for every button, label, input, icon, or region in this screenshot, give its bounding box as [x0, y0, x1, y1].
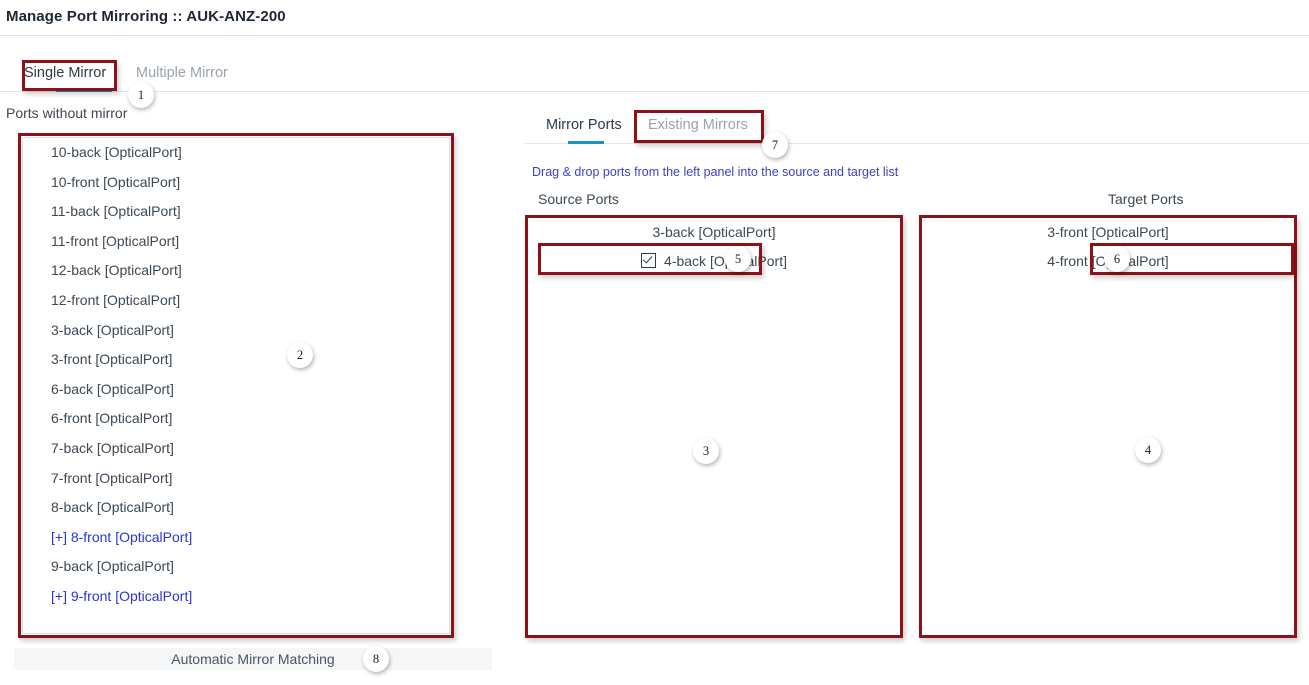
- port-list-item[interactable]: 6-back [OpticalPort]: [23, 375, 449, 405]
- port-list-item[interactable]: 7-front [OpticalPort]: [23, 464, 449, 494]
- ports-without-mirror-list[interactable]: 10-back [OpticalPort] 10-front [OpticalPo…: [22, 137, 450, 634]
- target-port-item-label: 3-front [OpticalPort]: [1047, 224, 1169, 240]
- tab-mirror-ports-active-underline: [568, 141, 604, 144]
- port-list-item-label: 12-back [OpticalPort]: [51, 262, 182, 279]
- port-list-item[interactable]: 11-front [OpticalPort]: [23, 227, 449, 257]
- port-list-item[interactable]: [+] 9-front [OpticalPort]: [23, 582, 449, 612]
- port-list-item[interactable]: 9-back [OpticalPort]: [23, 552, 449, 582]
- automatic-mirror-matching-button[interactable]: Automatic Mirror Matching: [14, 648, 492, 670]
- port-list-item-label: 10-front [OpticalPort]: [51, 173, 181, 190]
- source-port-item-label: 3-back [OpticalPort]: [652, 224, 776, 240]
- port-list-item[interactable]: 3-back [OpticalPort]: [23, 316, 449, 346]
- port-list-item[interactable]: 8-back [OpticalPort]: [23, 493, 449, 523]
- source-ports-droplist[interactable]: 3-back [OpticalPort] 4-back [OpticalPort]: [527, 217, 901, 636]
- port-list-item-label: 3-back [OpticalPort]: [51, 321, 174, 338]
- source-port-item-label: 4-back [OpticalPort]: [664, 253, 787, 269]
- page-title: Manage Port Mirroring :: AUK-ANZ-200: [6, 8, 286, 25]
- tab-single-mirror[interactable]: Single Mirror: [24, 58, 106, 88]
- target-port-item[interactable]: 4-front [OpticalPort]: [922, 247, 1294, 276]
- port-list-item-label: 8-back [OpticalPort]: [51, 499, 174, 516]
- ports-without-mirror-label: Ports without mirror: [6, 105, 128, 121]
- header-divider: [0, 35, 1309, 36]
- checkbox-checked-icon[interactable]: [641, 253, 657, 268]
- port-list-item[interactable]: 6-front [OpticalPort]: [23, 404, 449, 434]
- sub-tab-rule: [525, 143, 1309, 144]
- target-ports-label: Target Ports: [1108, 191, 1184, 207]
- tab-multiple-mirror[interactable]: Multiple Mirror: [136, 58, 228, 88]
- top-tab-rule: [0, 91, 1309, 92]
- port-list-item-label: 11-front [OpticalPort]: [51, 232, 180, 249]
- port-list-item-label: 10-back [OpticalPort]: [51, 144, 182, 160]
- target-port-item[interactable]: 3-front [OpticalPort]: [922, 218, 1294, 247]
- tab-single-mirror-active-underline: [56, 89, 112, 92]
- port-list-item-label: 11-back [OpticalPort]: [51, 203, 181, 220]
- port-list-item[interactable]: [+] 8-front [OpticalPort]: [23, 523, 449, 553]
- port-list-item-label: 6-front [OpticalPort]: [51, 410, 173, 427]
- target-port-item-label: 4-front [OpticalPort]: [1047, 253, 1169, 269]
- top-tab-bar: Single Mirror Multiple Mirror: [0, 58, 1309, 92]
- port-list-item[interactable]: 10-front [OpticalPort]: [23, 168, 449, 198]
- source-ports-label: Source Ports: [538, 191, 619, 207]
- drag-drop-hint: Drag & drop ports from the left panel in…: [532, 165, 899, 179]
- annotation-marker-7: 7: [762, 132, 788, 158]
- port-list-item-label: [+] 8-front [OpticalPort]: [51, 528, 193, 545]
- port-list-item[interactable]: 3-front [OpticalPort]: [23, 345, 449, 375]
- port-list-item[interactable]: 12-front [OpticalPort]: [23, 286, 449, 316]
- port-list-item-label: 7-back [OpticalPort]: [51, 439, 174, 456]
- port-list-item-label: 3-front [OpticalPort]: [51, 351, 173, 368]
- port-list-item-label: 12-front [OpticalPort]: [51, 291, 181, 308]
- port-list-item-label: 9-back [OpticalPort]: [51, 558, 174, 575]
- port-list-item-label: 6-back [OpticalPort]: [51, 380, 174, 397]
- port-list-item-label: 7-front [OpticalPort]: [51, 469, 173, 486]
- tab-existing-mirrors[interactable]: Existing Mirrors: [648, 110, 748, 140]
- source-port-item[interactable]: 3-back [OpticalPort]: [528, 218, 900, 247]
- target-ports-droplist[interactable]: 3-front [OpticalPort] 4-front [OpticalPor…: [921, 217, 1295, 636]
- source-port-item[interactable]: 4-back [OpticalPort]: [528, 247, 900, 276]
- port-list-item[interactable]: 12-back [OpticalPort]: [23, 256, 449, 286]
- port-list-item[interactable]: 11-back [OpticalPort]: [23, 197, 449, 227]
- port-list-item-label: [+] 9-front [OpticalPort]: [51, 587, 193, 604]
- port-list-item[interactable]: 7-back [OpticalPort]: [23, 434, 449, 464]
- tab-mirror-ports[interactable]: Mirror Ports: [546, 110, 622, 140]
- port-list-item[interactable]: 10-back [OpticalPort]: [23, 138, 449, 168]
